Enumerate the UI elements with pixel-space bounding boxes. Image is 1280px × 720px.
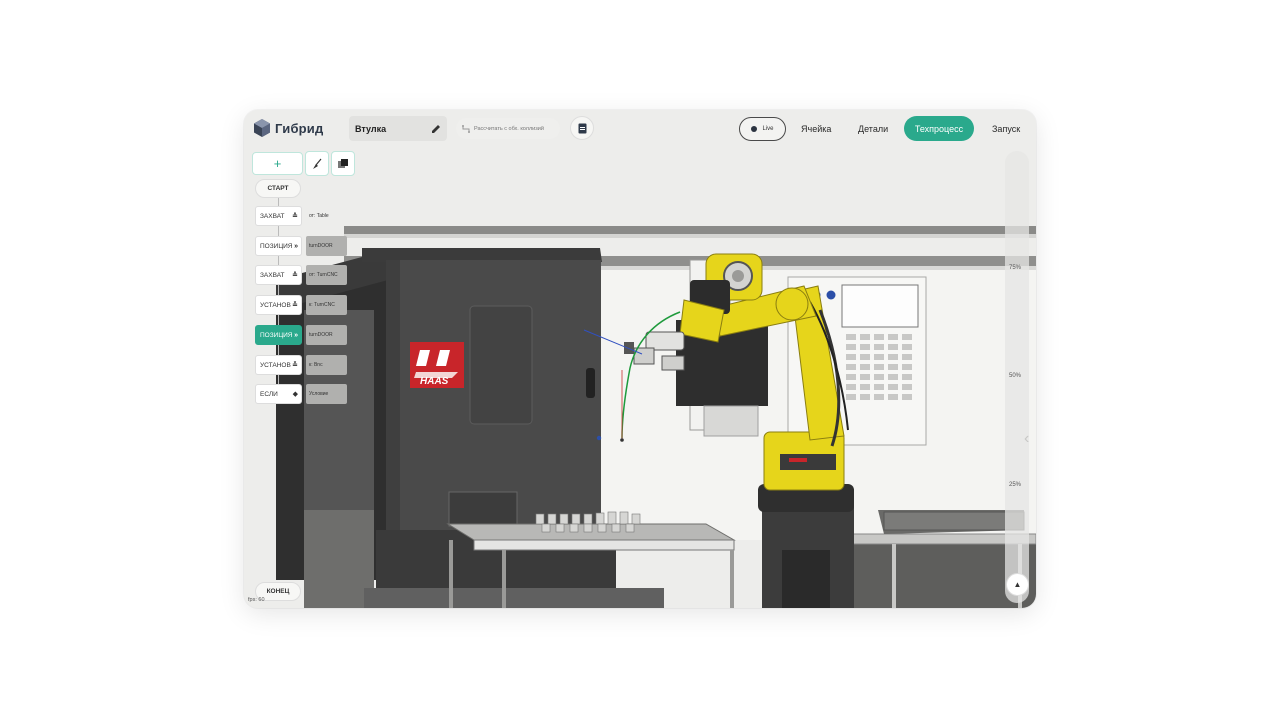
zoom-scale[interactable]: 75% 50% 25% — [1005, 151, 1029, 603]
step-param[interactable]: к: Bnc — [306, 355, 347, 375]
step-param[interactable]: от: Table — [306, 206, 347, 226]
scroll-up-button[interactable]: ▲ — [1006, 573, 1029, 596]
project-name-field[interactable]: Втулка — [349, 116, 447, 141]
flow-connector — [278, 375, 279, 384]
header: Гибрид Втулка Рассчитать с обх. коллизий… — [244, 110, 1036, 148]
process-step[interactable]: ПОЗИЦИЯ » — [255, 236, 302, 256]
cube-icon — [254, 119, 270, 137]
scale-tick: 25% — [1008, 482, 1021, 488]
step-param[interactable]: Условие — [306, 384, 347, 404]
document-icon — [578, 123, 586, 133]
process-step[interactable]: УСТАНОВ ≚ — [255, 295, 302, 315]
diamond-icon: ◆ — [292, 391, 298, 398]
layers-icon — [338, 158, 348, 168]
step-param[interactable]: от: TurnCNC — [306, 265, 347, 285]
nav-run[interactable]: Запуск — [992, 124, 1020, 134]
live-dot-icon — [751, 126, 758, 132]
process-step-active[interactable]: ПОЗИЦИЯ » — [255, 325, 302, 345]
double-chevron-down-icon: ≚ — [292, 302, 298, 309]
scale-tick: 50% — [1008, 373, 1021, 379]
process-step[interactable]: ЕСЛИ ◆ — [255, 384, 302, 404]
double-chevron-up-icon: ≙ — [292, 213, 298, 220]
app-logo[interactable]: Гибрид — [254, 119, 323, 137]
3d-viewport[interactable]: HAAS — [244, 110, 1036, 608]
pencil-icon[interactable] — [431, 124, 441, 134]
route-icon — [462, 124, 470, 133]
step-label: ЗАХВАТ — [260, 212, 285, 220]
step-label: УСТАНОВ — [260, 361, 291, 369]
process-step[interactable]: ЗАХВАТ ≙ — [255, 265, 302, 285]
save-button[interactable] — [570, 116, 594, 140]
collision-calc-button[interactable]: Рассчитать с обх. коллизий — [456, 118, 560, 139]
layers-tool-button[interactable] — [331, 151, 355, 176]
flow-connector — [278, 315, 279, 325]
flow-connector — [278, 226, 279, 236]
live-toggle[interactable]: Live — [739, 117, 786, 141]
add-step-button[interactable]: + — [252, 152, 303, 175]
live-label: Live — [762, 126, 774, 132]
triangle-up-icon: ▲ — [1013, 580, 1022, 589]
process-step[interactable]: УСТАНОВ ≚ — [255, 355, 302, 375]
project-name: Втулка — [355, 123, 387, 134]
flow-connector — [278, 198, 279, 206]
collision-calc-label: Рассчитать с обх. коллизий — [474, 125, 544, 132]
nav-cell[interactable]: Ячейка — [801, 124, 831, 134]
step-label: ПОЗИЦИЯ — [260, 242, 293, 250]
process-step[interactable]: ЗАХВАТ ≙ — [255, 206, 302, 226]
svg-text:HAAS: HAAS — [420, 376, 449, 387]
step-param[interactable]: turnDOOR — [306, 325, 347, 345]
nav-parts[interactable]: Детали — [858, 124, 888, 134]
step-label: ЗАХВАТ — [260, 271, 285, 279]
nav-process[interactable]: Техпроцесс — [904, 116, 974, 141]
flow-connector — [278, 345, 279, 355]
step-label: ЕСЛИ — [260, 390, 278, 398]
double-chevron-right-icon: » — [294, 331, 298, 339]
brush-icon — [313, 158, 322, 169]
scale-tick: 75% — [1008, 265, 1021, 271]
step-label: ПОЗИЦИЯ — [260, 331, 293, 339]
fps-counter: fps: 60 — [248, 597, 265, 603]
brush-tool-button[interactable] — [305, 151, 329, 176]
step-label: УСТАНОВ — [260, 301, 291, 309]
step-param[interactable]: к: TurnCNC — [306, 295, 347, 315]
haas-logo: HAAS — [410, 342, 464, 388]
step-param[interactable]: turnDOOR — [306, 236, 347, 256]
app-window: HAAS Гибрид Втулка Рассчитать с обх. кол… — [244, 110, 1036, 608]
wall-rail-top — [344, 226, 1036, 234]
chevron-left-icon[interactable]: ‹ — [1024, 430, 1029, 448]
flow-connector — [278, 285, 279, 295]
double-chevron-down-icon: ≚ — [292, 362, 298, 369]
double-chevron-up-icon: ≙ — [292, 272, 298, 279]
process-start[interactable]: СТАРТ — [255, 179, 301, 198]
app-name: Гибрид — [275, 120, 324, 136]
double-chevron-right-icon: » — [294, 242, 298, 250]
